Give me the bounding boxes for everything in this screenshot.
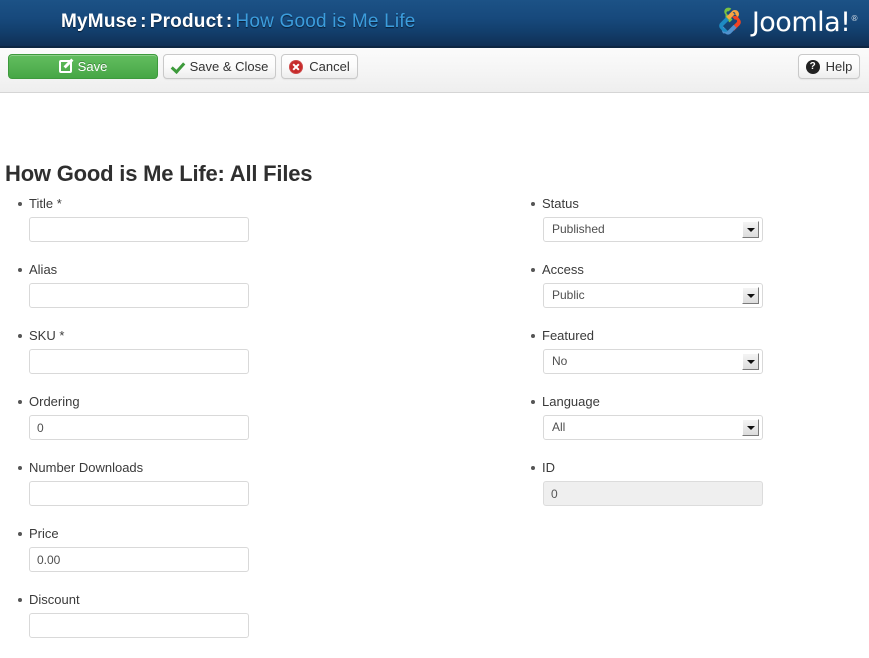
access-select[interactable]: Public	[543, 283, 763, 308]
breadcrumb-section: Product	[150, 11, 223, 32]
breadcrumb-app: MyMuse	[61, 11, 137, 32]
ordering-input[interactable]	[29, 415, 249, 440]
chevron-down-icon[interactable]	[742, 287, 759, 304]
id-input	[543, 481, 763, 506]
help-icon: ?	[806, 60, 820, 74]
right-field-list: Status Published Access Public Featured	[513, 196, 869, 506]
chevron-down-icon[interactable]	[742, 221, 759, 238]
number-downloads-input[interactable]	[29, 481, 249, 506]
chevron-down-icon[interactable]	[742, 419, 759, 436]
field-title-label: Title *	[29, 196, 430, 211]
joomla-logo: Joomla!®	[713, 5, 858, 43]
field-language: Language All	[513, 394, 869, 440]
check-icon	[171, 60, 184, 73]
field-language-label: Language	[542, 394, 869, 409]
cancel-button[interactable]: Cancel	[281, 54, 358, 79]
help-button[interactable]: ? Help	[798, 54, 860, 79]
chevron-down-icon[interactable]	[742, 353, 759, 370]
field-title: Title *	[0, 196, 430, 242]
field-featured: Featured No	[513, 328, 869, 374]
field-discount: Discount	[0, 592, 430, 638]
cancel-circle-icon	[289, 60, 303, 74]
language-select-value: All	[552, 416, 565, 439]
field-discount-label: Discount	[29, 592, 430, 607]
field-alias: Alias	[0, 262, 430, 308]
form-column-right: Status Published Access Public Featured	[513, 196, 869, 526]
status-select[interactable]: Published	[543, 217, 763, 242]
breadcrumb-item: How Good is Me Life	[235, 11, 415, 32]
joomla-mark-icon	[713, 7, 747, 41]
featured-select[interactable]: No	[543, 349, 763, 374]
featured-select-value: No	[552, 350, 567, 373]
form-column-left: Title * Alias SKU * Ordering Number Down	[0, 196, 430, 658]
save-button-label: Save	[78, 59, 108, 74]
status-select-value: Published	[552, 218, 605, 241]
page-title: How Good is Me Life: All Files	[5, 161, 312, 187]
help-button-label: Help	[826, 59, 853, 74]
field-id-label: ID	[542, 460, 869, 475]
field-number-downloads: Number Downloads	[0, 460, 430, 506]
access-select-value: Public	[552, 284, 585, 307]
joomla-registered-mark: ®	[851, 14, 859, 23]
field-ordering: Ordering	[0, 394, 430, 440]
price-input[interactable]	[29, 547, 249, 572]
joomla-wordmark-text: Joomla!	[752, 7, 851, 38]
language-select[interactable]: All	[543, 415, 763, 440]
field-status-label: Status	[542, 196, 869, 211]
title-input[interactable]	[29, 217, 249, 242]
breadcrumb-separator-2: :	[223, 11, 236, 32]
left-field-list: Title * Alias SKU * Ordering Number Down	[0, 196, 430, 638]
field-id: ID	[513, 460, 869, 506]
sku-input[interactable]	[29, 349, 249, 374]
field-alias-label: Alias	[29, 262, 430, 277]
field-status: Status Published	[513, 196, 869, 242]
breadcrumb: MyMuse:Product:How Good is Me Life	[61, 11, 416, 33]
field-access-label: Access	[542, 262, 869, 277]
field-price-label: Price	[29, 526, 430, 541]
field-sku-label: SKU *	[29, 328, 430, 343]
field-number-downloads-label: Number Downloads	[29, 460, 430, 475]
app-header: MyMuse:Product:How Good is Me Life Jooml…	[0, 0, 869, 48]
discount-input[interactable]	[29, 613, 249, 638]
edit-icon	[59, 60, 72, 73]
field-price: Price	[0, 526, 430, 572]
joomla-wordmark: Joomla!®	[752, 7, 858, 38]
save-and-close-button-label: Save & Close	[190, 59, 269, 74]
alias-input[interactable]	[29, 283, 249, 308]
breadcrumb-separator-1: :	[137, 11, 150, 32]
field-access: Access Public	[513, 262, 869, 308]
cancel-button-label: Cancel	[309, 59, 349, 74]
field-ordering-label: Ordering	[29, 394, 430, 409]
field-featured-label: Featured	[542, 328, 869, 343]
save-button[interactable]: Save	[8, 54, 158, 79]
field-sku: SKU *	[0, 328, 430, 374]
save-and-close-button[interactable]: Save & Close	[163, 54, 276, 79]
